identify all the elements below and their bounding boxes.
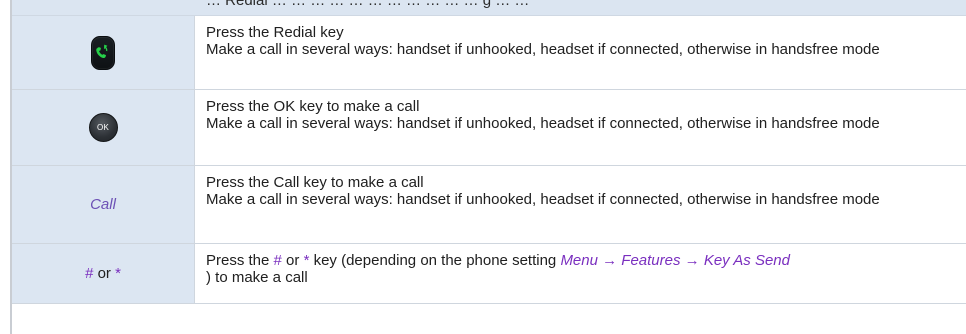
row-body: ) to make a call <box>206 269 308 286</box>
table-header-band: … Redial … … … … … … … … … … … g … … <box>12 0 966 16</box>
row-body: Make a call in several ways: handset if … <box>206 41 880 58</box>
row-body: Make a call in several ways: handset if … <box>206 191 880 208</box>
ok-key-icon: OK <box>88 113 118 142</box>
table-row: Press the Redial key Make a call in seve… <box>12 16 966 90</box>
ok-key-label: OK <box>97 123 109 132</box>
row-icon-cell: OK <box>12 90 195 165</box>
desc-prefix: Press the <box>206 252 274 269</box>
desc-or: or <box>286 252 304 269</box>
row-icon-cell <box>12 16 195 89</box>
row-title: Press the # or * key (depending on the p… <box>206 252 966 269</box>
desc-middle: key (depending on the phone setting <box>309 252 561 269</box>
redial-key-icon <box>91 35 115 70</box>
table-row: Call Press the Call key to make a call M… <box>12 166 966 244</box>
row-icon-cell: # or * <box>12 244 195 303</box>
table-row: # or * Press the # or * key (depending o… <box>12 244 966 304</box>
row-body: Make a call in several ways: handset if … <box>206 115 880 132</box>
row-description: Press the Call key to make a call Make a… <box>195 166 966 243</box>
document-table-frame: … Redial … … … … … … … … … … … g … … Pre… <box>0 0 966 334</box>
row-title: Press the Redial key <box>206 24 344 41</box>
hash-key-label: # <box>85 265 94 282</box>
call-key-label: Call <box>90 196 116 213</box>
row-description: Press the OK key to make a call Make a c… <box>195 90 966 165</box>
row-icon-cell: Call <box>12 166 195 243</box>
row-title: Press the OK key to make a call <box>206 98 420 115</box>
header-partial-text: … Redial … … … … … … … … … … … g … … <box>206 0 530 9</box>
star-key-label: * <box>115 265 121 282</box>
hash-or-star-keys: # or * <box>85 265 121 282</box>
row-description: Press the # or * key (depending on the p… <box>195 244 966 303</box>
table-row: OK Press the OK key to make a call Make … <box>12 90 966 166</box>
redial-arrow-icon <box>96 44 108 58</box>
or-label: or <box>97 265 111 282</box>
row-description: Press the Redial key Make a call in seve… <box>195 16 966 89</box>
desc-hash-key: # <box>273 252 282 269</box>
desc-menu-path: Menu → Features → Key As Send <box>560 252 790 269</box>
row-title: Press the Call key to make a call <box>206 174 424 191</box>
